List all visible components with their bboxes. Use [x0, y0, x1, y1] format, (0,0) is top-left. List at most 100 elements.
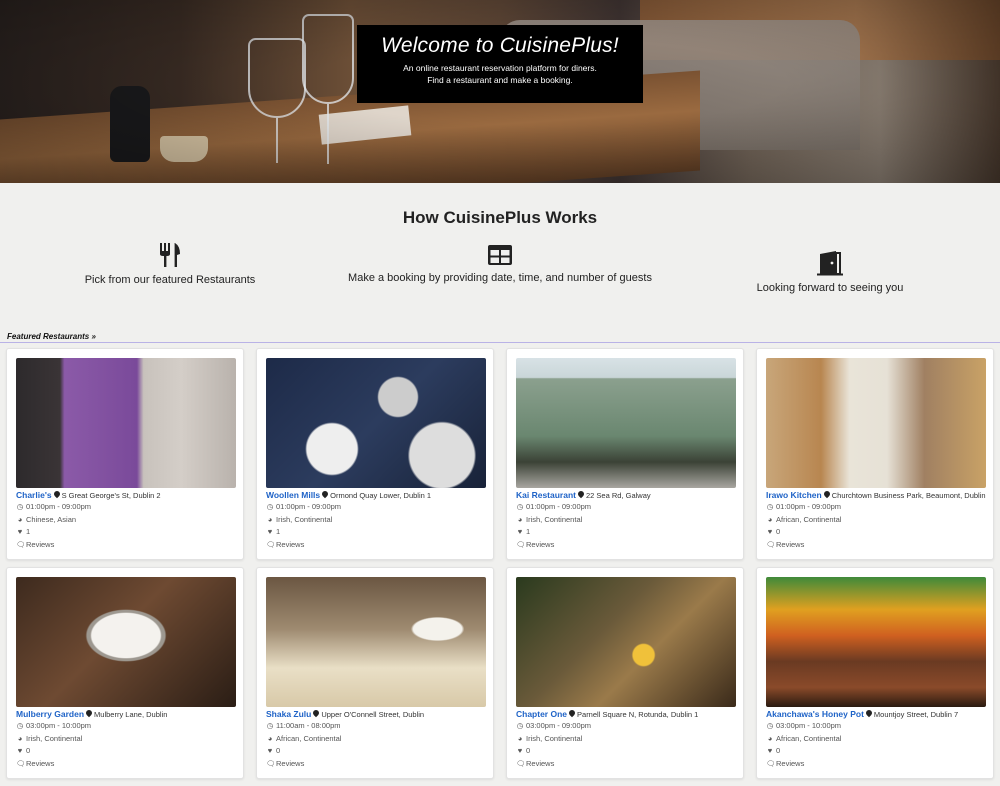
restaurant-likes-row[interactable]: ♥ 1 [266, 526, 488, 539]
restaurant-reviews-label[interactable]: Reviews [776, 759, 804, 768]
restaurant-reviews-link[interactable]: 🗨Reviews [516, 539, 738, 552]
restaurant-info: Woollen Mills Ormond Quay Lower, Dublin 1… [266, 489, 488, 551]
map-pin-icon [84, 708, 94, 718]
heart-icon[interactable]: ♥ [16, 745, 24, 758]
restaurant-hours-row: ◷ 01:00pm - 09:00pm [516, 501, 738, 514]
restaurant-hours: 01:00pm - 09:00pm [776, 502, 842, 511]
how-step-book: Make a booking by providing date, time, … [340, 244, 660, 284]
comments-icon: 🗨 [266, 539, 276, 549]
cloche-icon: ◕ [17, 514, 23, 524]
restaurant-photo[interactable] [766, 577, 986, 707]
restaurant-photo[interactable] [516, 577, 736, 707]
restaurant-title-row: Mulberry Garden Mulberry Lane, Dublin [16, 708, 238, 720]
restaurant-name-link[interactable]: Akanchawa's Honey Pot [766, 709, 864, 719]
restaurant-card[interactable]: Shaka Zulu Upper O'Connell Street, Dublin… [256, 567, 494, 779]
hero-welcome-box: Welcome to CuisinePlus! An online restau… [357, 25, 643, 103]
how-step-pick: Pick from our featured Restaurants [70, 242, 270, 286]
heart-icon[interactable]: ♥ [266, 745, 274, 758]
restaurant-cuisine: African, Continental [776, 514, 842, 524]
restaurant-name-link[interactable]: Mulberry Garden [16, 709, 84, 719]
comments-icon: 🗨 [766, 758, 776, 768]
clock-icon: ◷ [516, 502, 524, 511]
how-it-works-title: How CuisinePlus Works [402, 208, 598, 227]
restaurant-card[interactable]: Akanchawa's Honey Pot Mountjoy Street, Du… [756, 567, 994, 779]
restaurant-reviews-label[interactable]: Reviews [526, 540, 554, 549]
restaurant-likes-row[interactable]: ♥ 0 [766, 526, 988, 539]
featured-divider [0, 342, 1000, 343]
restaurant-reviews-label[interactable]: Reviews [26, 759, 54, 768]
how-step-visit: Looking forward to seeing you [730, 250, 930, 294]
restaurant-reviews-label[interactable]: Reviews [276, 759, 304, 768]
restaurant-cuisine-row: ◕ African, Continental [266, 733, 488, 746]
restaurant-card[interactable]: Charlie's S Great George's St, Dublin 2 ◷ 0… [6, 348, 244, 560]
hero-subtitle-line2: Find a restaurant and make a booking. [427, 75, 573, 85]
comments-icon: 🗨 [516, 539, 526, 549]
restaurant-reviews-link[interactable]: 🗨Reviews [766, 758, 988, 771]
restaurant-likes-row[interactable]: ♥ 1 [16, 526, 238, 539]
heart-icon[interactable]: ♥ [766, 526, 774, 539]
clock-icon: ◷ [266, 502, 274, 511]
restaurant-cuisine: African, Continental [276, 733, 342, 743]
restaurant-info: Irawo Kitchen Churchtown Business Park, B… [766, 489, 988, 551]
restaurant-reviews-label[interactable]: Reviews [776, 540, 804, 549]
restaurant-title-row: Charlie's S Great George's St, Dublin 2 [16, 489, 238, 501]
restaurant-photo[interactable] [16, 577, 236, 707]
featured-restaurants-link[interactable]: Featured Restaurants » [7, 332, 96, 341]
restaurant-name-link[interactable]: Chapter One [516, 709, 567, 719]
restaurant-name-link[interactable]: Woollen Mills [266, 490, 320, 500]
restaurant-reviews-label[interactable]: Reviews [276, 540, 304, 549]
comments-icon: 🗨 [16, 758, 26, 768]
map-pin-icon [822, 489, 831, 499]
heart-icon[interactable]: ♥ [766, 745, 774, 758]
cloche-icon: ◕ [517, 733, 523, 743]
restaurant-cuisine: African, Continental [776, 733, 842, 743]
heart-icon[interactable]: ♥ [16, 526, 24, 539]
restaurant-reviews-label[interactable]: Reviews [526, 759, 554, 768]
restaurant-title-row: Shaka Zulu Upper O'Connell Street, Dublin [266, 708, 488, 720]
restaurant-hours-row: ◷ 03:00pm - 10:00pm [766, 720, 988, 733]
restaurant-card[interactable]: Kai Restaurant 22 Sea Rd, Galway ◷ 01:00pm … [506, 348, 744, 560]
restaurant-reviews-link[interactable]: 🗨Reviews [266, 758, 488, 771]
heart-icon[interactable]: ♥ [266, 526, 274, 539]
restaurant-reviews-link[interactable]: 🗨Reviews [16, 539, 238, 552]
restaurant-reviews-label[interactable]: Reviews [26, 540, 54, 549]
cloche-icon: ◕ [17, 733, 23, 743]
restaurant-likes-row[interactable]: ♥ 0 [16, 745, 238, 758]
restaurant-info: Shaka Zulu Upper O'Connell Street, Dublin… [266, 708, 488, 770]
restaurant-name-link[interactable]: Kai Restaurant [516, 490, 576, 500]
restaurant-hours: 01:00pm - 09:00pm [26, 502, 92, 511]
restaurant-name-link[interactable]: Irawo Kitchen [766, 490, 822, 500]
how-step-pick-label: Pick from our featured Restaurants [84, 274, 256, 286]
restaurant-reviews-link[interactable]: 🗨Reviews [516, 758, 738, 771]
restaurant-likes-row[interactable]: ♥ 0 [766, 745, 988, 758]
restaurant-photo[interactable] [266, 358, 486, 488]
map-pin-icon [52, 489, 61, 499]
restaurant-reviews-link[interactable]: 🗨Reviews [266, 539, 488, 552]
restaurant-reviews-link[interactable]: 🗨Reviews [16, 758, 238, 771]
restaurant-card[interactable]: Woollen Mills Ormond Quay Lower, Dublin 1… [256, 348, 494, 560]
heart-icon[interactable]: ♥ [516, 526, 524, 539]
restaurant-name-link[interactable]: Charlie's [16, 490, 52, 500]
restaurant-info: Mulberry Garden Mulberry Lane, Dublin ◷ 03:… [16, 708, 238, 770]
restaurant-photo[interactable] [266, 577, 486, 707]
restaurant-likes-row[interactable]: ♥ 1 [516, 526, 738, 539]
restaurant-reviews-link[interactable]: 🗨Reviews [766, 539, 988, 552]
restaurant-photo[interactable] [766, 358, 986, 488]
restaurant-card[interactable]: Mulberry Garden Mulberry Lane, Dublin ◷ 03:… [6, 567, 244, 779]
restaurant-address: Mulberry Lane, Dublin [94, 710, 168, 719]
restaurant-likes-row[interactable]: ♥ 0 [266, 745, 488, 758]
restaurant-card[interactable]: Irawo Kitchen Churchtown Business Park, B… [756, 348, 994, 560]
heart-icon[interactable]: ♥ [516, 745, 524, 758]
restaurant-likes-count: 0 [276, 746, 281, 755]
restaurant-address: Ormond Quay Lower, Dublin 1 [330, 491, 432, 500]
restaurant-hours: 03:00pm - 10:00pm [776, 721, 842, 730]
restaurant-card[interactable]: Chapter One Parnell Square N, Rotunda, Du… [506, 567, 744, 779]
restaurant-info: Kai Restaurant 22 Sea Rd, Galway ◷ 01:00pm … [516, 489, 738, 551]
restaurant-likes-count: 0 [776, 746, 781, 755]
restaurant-photo[interactable] [16, 358, 236, 488]
restaurant-cuisine: Chinese, Asian [26, 514, 77, 524]
restaurant-name-link[interactable]: Shaka Zulu [266, 709, 311, 719]
restaurant-photo[interactable] [516, 358, 736, 488]
restaurant-likes-row[interactable]: ♥ 0 [516, 745, 738, 758]
hero-banner: Welcome to CuisinePlus! An online restau… [0, 0, 1000, 183]
